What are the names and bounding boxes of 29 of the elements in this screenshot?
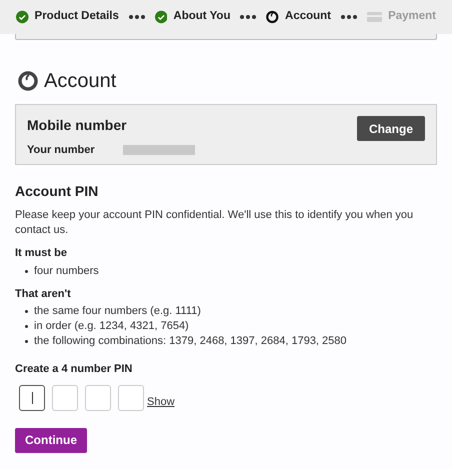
- section-title: Account: [44, 69, 116, 94]
- bullet-icon: [25, 340, 28, 343]
- dots-icon: [341, 15, 358, 19]
- rule-item: the same four numbers (e.g. 1111): [34, 304, 201, 320]
- card-icon: [367, 9, 382, 25]
- card-title: Mobile number: [27, 116, 128, 135]
- intro-text: Please keep your account PIN confidential. We'll use this to identify you when you contact us.: [15, 208, 414, 238]
- rule-heading: It must be: [15, 246, 68, 261]
- step-label: Payment: [388, 9, 436, 24]
- pin-box[interactable]: [19, 384, 45, 410]
- show-link[interactable]: Show: [147, 394, 175, 410]
- step-label: About You: [173, 9, 230, 24]
- dots-icon: [128, 15, 145, 19]
- pin-title: Account PIN: [15, 182, 100, 201]
- number-label: Your number: [27, 143, 95, 158]
- bullet-icon: [25, 270, 28, 272]
- rule-item: the following combinations: 1379, 2468, 1397, 2684, 1793, 2580: [34, 334, 347, 350]
- step-label: Account: [285, 9, 332, 24]
- change-button[interactable]: Change: [356, 116, 425, 141]
- bullet-icon: [25, 310, 28, 313]
- speech-mark-icon: [18, 71, 38, 91]
- continue-button[interactable]: Continue: [15, 428, 87, 452]
- step-label: Product Details: [34, 9, 119, 24]
- rule-item: four numbers: [34, 264, 99, 279]
- rule-item: in order (e.g. 1234, 4321, 7654): [34, 319, 189, 334]
- bullet-icon: [25, 325, 28, 328]
- dots-icon: [240, 15, 256, 19]
- rule-heading: That aren't: [15, 286, 72, 302]
- pin-label: Create a 4 number PIN: [15, 362, 134, 377]
